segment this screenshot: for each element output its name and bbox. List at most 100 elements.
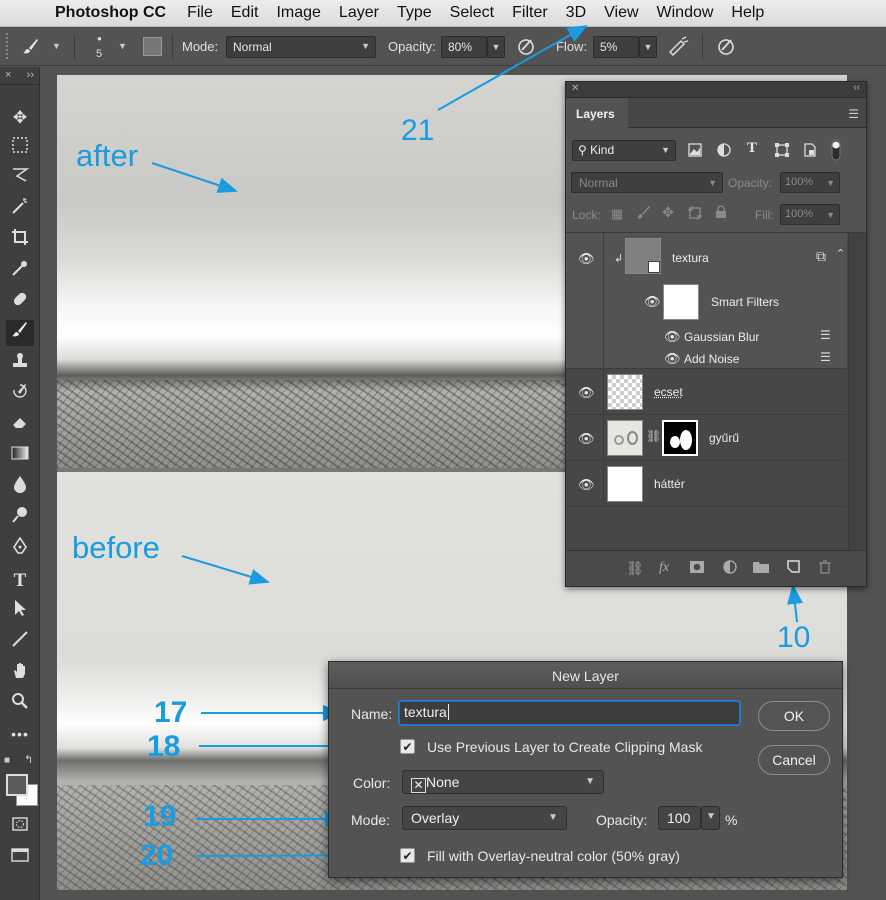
layer-opacity-label: Opacity:: [728, 176, 773, 190]
opacity-dropdown[interactable]: ▼: [701, 806, 720, 830]
filter-smart-objects-icon[interactable]: [803, 143, 817, 160]
layer-name[interactable]: gyűrű: [709, 431, 739, 445]
visibility-eye-icon[interactable]: 👁: [578, 385, 595, 401]
layer-opacity-value: 100%: [785, 176, 814, 188]
clipping-mask-checkbox[interactable]: ✔: [400, 739, 415, 754]
collapse-effects-chevron-icon[interactable]: ⌃: [836, 247, 845, 260]
filter-blending-options-icon[interactable]: ☰: [820, 328, 831, 342]
layer-row-textura[interactable]: 👁 ↲ textura ⧉ ⌃ 👁 Smart Filters 👁 Gaussi…: [566, 233, 847, 369]
chevron-down-icon: ▼: [661, 145, 670, 155]
gaussian-blur-eye-icon[interactable]: 👁: [664, 329, 681, 345]
add-layer-style-icon[interactable]: fx: [659, 560, 669, 576]
layer-opacity-input[interactable]: 100% ▼: [780, 172, 840, 193]
delete-layer-icon[interactable]: [819, 560, 831, 577]
filter-toggle-icon[interactable]: [831, 139, 841, 164]
layer-row-ecset[interactable]: 👁 ecset: [566, 369, 847, 415]
mode-select[interactable]: Overlay ▼: [402, 806, 567, 830]
name-input[interactable]: textura: [399, 701, 740, 725]
panel-titlebar: ✕ ‹‹: [566, 82, 866, 98]
blend-mode-select[interactable]: Normal ▼: [571, 172, 723, 193]
panel-menu-icon[interactable]: ☰: [848, 107, 859, 121]
tab-layers[interactable]: Layers: [566, 98, 628, 128]
layer-thumbnail-gyuru[interactable]: [607, 420, 643, 456]
layer-name[interactable]: ecset: [654, 385, 683, 399]
filter-gaussian-blur[interactable]: Gaussian Blur: [684, 330, 759, 344]
panel-close-icon[interactable]: ✕: [571, 83, 579, 94]
clipping-arrow-icon: ↲: [614, 253, 624, 265]
chevron-down-icon: ▼: [826, 210, 835, 220]
name-label: Name:: [351, 706, 393, 722]
panel-tab-row: Layers ☰: [566, 98, 866, 128]
new-layer-dialog: New Layer Name: textura ✔ Use Previous L…: [328, 661, 843, 878]
chevron-down-icon: ▼: [708, 178, 717, 188]
cancel-button[interactable]: Cancel: [758, 745, 830, 775]
opacity-label: Opacity:: [596, 812, 648, 828]
mode-select-value: Overlay: [411, 810, 460, 826]
filter-add-noise[interactable]: Add Noise: [684, 352, 739, 366]
fill-value: 100%: [785, 208, 814, 220]
fill-neutral-checkbox[interactable]: ✔: [400, 848, 415, 863]
chevron-down-icon: ▼: [826, 178, 835, 188]
annotation-20: 20: [140, 839, 174, 872]
add-mask-icon[interactable]: [690, 560, 704, 576]
layer-filter-value: Kind: [590, 143, 615, 157]
layer-row-gyuru[interactable]: 👁 ⛓ gyűrű: [566, 415, 847, 461]
new-group-icon[interactable]: [753, 560, 769, 576]
layer-name[interactable]: textura: [672, 251, 709, 265]
new-adjustment-layer-icon[interactable]: [723, 560, 737, 577]
layer-mask-thumbnail-gyuru[interactable]: [662, 420, 698, 456]
lock-all-icon[interactable]: [715, 205, 727, 222]
layer-filter-select[interactable]: ⚲ Kind ▼: [572, 140, 676, 161]
smart-filter-mask-thumbnail[interactable]: [663, 284, 699, 320]
smart-filters-indicator-icon[interactable]: ⧉: [816, 248, 826, 265]
filter-blending-options-icon[interactable]: ☰: [820, 350, 831, 364]
text-cursor: [447, 704, 449, 720]
smart-filters-eye-icon[interactable]: 👁: [644, 294, 661, 310]
layers-panel-footer: ⛓ fx: [566, 550, 866, 586]
fill-label: Fill:: [755, 208, 774, 222]
layer-row-hatter[interactable]: 👁 háttér: [566, 461, 847, 507]
filter-pixel-layers-icon[interactable]: [688, 143, 702, 160]
layer-thumbnail-textura[interactable]: [625, 238, 661, 274]
clipping-mask-label[interactable]: Use Previous Layer to Create Clipping Ma…: [427, 739, 702, 755]
layers-panel: ✕ ‹‹ Layers ☰ ⚲ Kind ▼ T Normal ▼ Opacit…: [565, 81, 867, 587]
ok-button[interactable]: OK: [758, 701, 830, 731]
add-noise-eye-icon[interactable]: 👁: [664, 351, 681, 367]
filter-adjustment-layers-icon[interactable]: [717, 143, 731, 160]
opacity-value: 100: [667, 810, 691, 826]
chevron-down-icon: ▼: [548, 812, 558, 823]
mask-link-icon[interactable]: ⛓: [646, 429, 661, 443]
new-layer-icon[interactable]: [787, 560, 800, 576]
visibility-eye-icon[interactable]: 👁: [578, 251, 595, 267]
layer-list-scrollbar[interactable]: [848, 233, 866, 551]
panel-collapse-icon[interactable]: ‹‹: [853, 82, 860, 93]
lock-transparent-icon[interactable]: ▦: [611, 206, 623, 222]
visibility-eye-icon[interactable]: 👁: [578, 477, 595, 493]
search-icon: ⚲: [578, 143, 587, 157]
fill-neutral-label[interactable]: Fill with Overlay-neutral color (50% gra…: [427, 848, 680, 864]
no-color-icon: ✕: [411, 778, 426, 793]
lock-position-icon[interactable]: ✥: [662, 204, 674, 221]
dialog-title: New Layer: [329, 662, 842, 689]
link-layers-icon[interactable]: ⛓: [626, 560, 644, 577]
layer-thumbnail-ecset[interactable]: [607, 374, 643, 410]
chevron-down-icon: ▼: [585, 776, 595, 787]
filter-shape-layers-icon[interactable]: [775, 143, 789, 160]
color-select[interactable]: ✕ None ▼: [402, 770, 604, 794]
fill-input[interactable]: 100% ▼: [780, 204, 840, 225]
blend-mode-value: Normal: [579, 176, 618, 190]
layer-name[interactable]: háttér: [654, 477, 685, 491]
lock-image-icon[interactable]: [636, 205, 650, 222]
color-select-value: None: [426, 774, 460, 790]
smart-filters-label[interactable]: Smart Filters: [711, 295, 779, 309]
annotation-19: 19: [143, 800, 177, 833]
filter-type-layers-icon[interactable]: T: [747, 140, 757, 157]
annotation-18: 18: [147, 730, 181, 763]
layer-thumbnail-hatter[interactable]: [607, 466, 643, 502]
opacity-input[interactable]: 100: [658, 806, 701, 830]
mode-label: Mode:: [351, 812, 390, 828]
lock-artboard-icon[interactable]: [688, 206, 702, 223]
color-label: Color:: [353, 775, 391, 791]
visibility-eye-icon[interactable]: 👁: [578, 431, 595, 447]
annotation-17: 17: [154, 696, 188, 729]
